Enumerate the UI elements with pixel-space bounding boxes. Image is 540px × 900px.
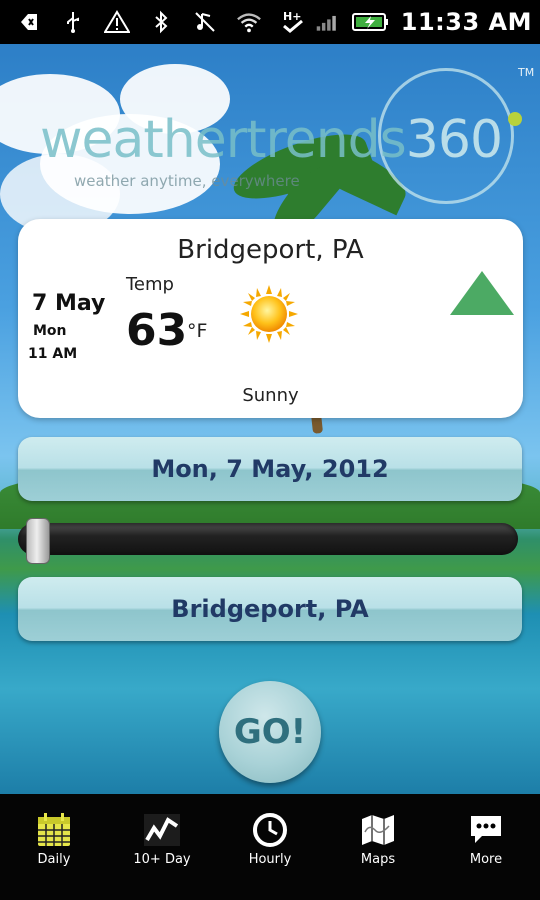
go-button[interactable]: GO! (219, 681, 321, 783)
logo-tagline: weather anytime, everywhere (74, 172, 300, 190)
nav-label-maps: Maps (360, 852, 396, 867)
logo-wordmark-number: 360 (405, 110, 503, 170)
card-city: Bridgeport, PA (177, 235, 364, 265)
location-button[interactable]: Bridgeport, PA (18, 577, 522, 641)
logo-wordmark: weathertrends360 (40, 110, 503, 170)
trend-chart-icon (144, 814, 180, 846)
calendar-icon (38, 813, 70, 846)
nav-item-daily[interactable]: Daily (0, 794, 108, 900)
time-slider-track[interactable] (18, 523, 518, 555)
sun-icon (240, 285, 298, 343)
location-label: Bridgeport, PA (171, 595, 369, 623)
signal-icon (315, 9, 341, 35)
warning-icon (104, 9, 130, 35)
trend-up-icon (450, 271, 514, 315)
temp-unit: °F (187, 320, 208, 342)
back-arrow-icon (16, 9, 42, 35)
card-time: 11 AM (28, 346, 78, 362)
nav-item-maps[interactable]: Maps (324, 794, 432, 900)
date-picker-label: Mon, 7 May, 2012 (151, 455, 389, 483)
hplus-network-icon: H+ (280, 9, 306, 35)
nav-item-more[interactable]: More (432, 794, 540, 900)
temp-value: 63 (126, 305, 188, 356)
status-clock: 11:33 AM (400, 8, 532, 36)
date-picker-button[interactable]: Mon, 7 May, 2012 (18, 437, 522, 501)
card-date: 7 May (32, 291, 106, 316)
clock-icon (253, 813, 287, 847)
logo-wordmark-text: weathertrends (40, 110, 407, 170)
card-day: Mon (33, 323, 67, 339)
speech-bubble-icon (471, 816, 501, 843)
nav-label-more: More (469, 852, 503, 867)
svg-text:H+: H+ (283, 10, 301, 23)
logo-dot (508, 112, 522, 126)
battery-charging-icon (351, 9, 391, 35)
map-icon (362, 815, 394, 845)
logo-trademark: TM (518, 66, 535, 79)
app-logo: TM weathertrends360 weather anytime, eve… (30, 60, 534, 204)
time-slider-thumb[interactable] (26, 518, 50, 564)
status-bar: H+ 11:33 AM (0, 0, 540, 44)
nav-item-10-day[interactable]: 10+ Day (108, 794, 216, 900)
nav-item-hourly[interactable]: Hourly (216, 794, 324, 900)
wifi-icon (236, 9, 262, 35)
current-weather-card: Bridgeport, PA 7 May Mon 11 AM Temp 63 °… (18, 219, 523, 418)
bottom-nav: Daily 10+ Day Hourly Maps More (0, 794, 540, 900)
nav-label-daily: Daily (37, 852, 71, 867)
bluetooth-icon (148, 9, 174, 35)
condition-text: Sunny (242, 385, 299, 406)
mute-icon (192, 9, 218, 35)
go-button-label: GO! (233, 712, 307, 752)
nav-label-10-day: 10+ Day (133, 852, 191, 867)
temp-label: Temp (126, 274, 174, 295)
usb-icon (60, 9, 86, 35)
nav-label-hourly: Hourly (248, 852, 292, 867)
